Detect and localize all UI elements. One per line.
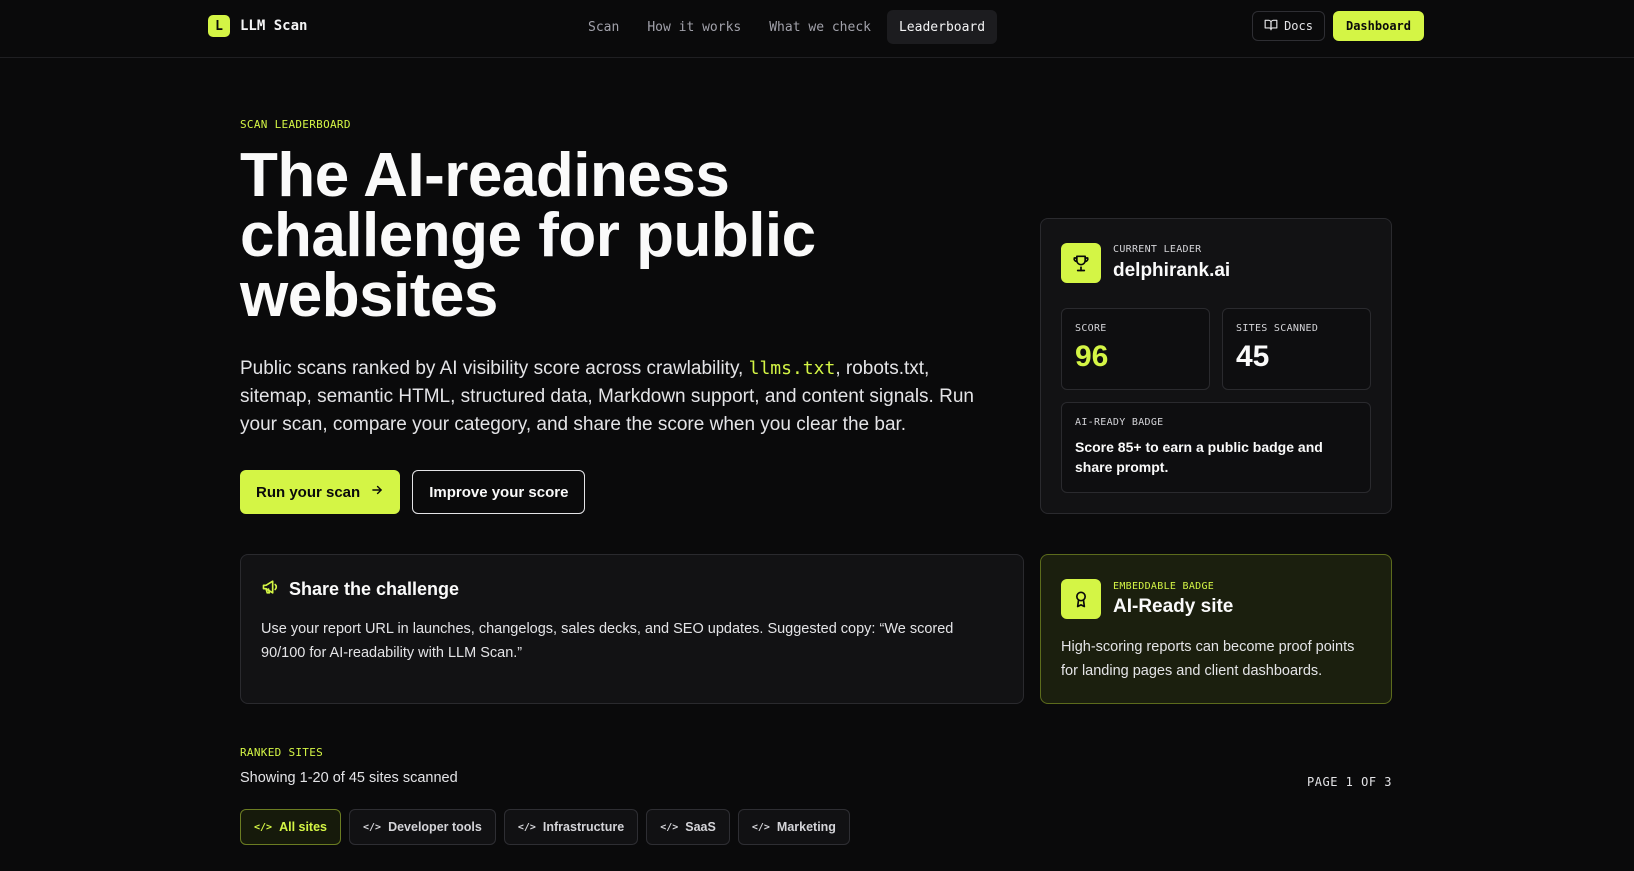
badge-label: AI-READY BADGE bbox=[1075, 417, 1164, 428]
filter-infrastructure[interactable]: </> Infrastructure bbox=[503, 809, 639, 845]
ranked-sites-eyebrow: RANKED SITES bbox=[240, 746, 324, 759]
showing-count: Showing 1-20 of 45 sites scanned bbox=[240, 770, 458, 786]
nav-link-how-it-works[interactable]: How it works bbox=[635, 10, 753, 44]
share-title: Share the challenge bbox=[289, 579, 460, 599]
trophy-icon bbox=[1061, 243, 1101, 283]
filter-developer-tools[interactable]: </> Developer tools bbox=[349, 809, 496, 845]
top-nav: L LLM Scan Scan How it works What we che… bbox=[0, 0, 1634, 58]
arrow-right-icon bbox=[370, 483, 384, 501]
nav-link-scan[interactable]: Scan bbox=[576, 10, 631, 44]
filter-saas[interactable]: </> SaaS bbox=[646, 809, 730, 845]
hero-desc-part1: Public scans ranked by AI visibility sco… bbox=[240, 358, 749, 379]
nav-link-leaderboard[interactable]: Leaderboard bbox=[886, 10, 998, 44]
code-icon: </> bbox=[254, 821, 273, 833]
ai-ready-badge-box: AI-READY BADGE Score 85+ to earn a publi… bbox=[1061, 402, 1371, 493]
code-icon: </> bbox=[751, 821, 770, 833]
run-scan-button[interactable]: Run your scan bbox=[240, 470, 401, 514]
nav-links: Scan How it works What we check Leaderbo… bbox=[576, 10, 998, 44]
logo[interactable]: L LLM Scan bbox=[208, 15, 307, 37]
award-icon bbox=[1061, 579, 1101, 619]
nav-actions: Docs Dashboard bbox=[1252, 11, 1424, 41]
category-filters: </> All sites </> Developer tools </> In… bbox=[240, 809, 850, 845]
embed-eyebrow: EMBEDDABLE BADGE bbox=[1113, 580, 1215, 592]
logo-text: LLM Scan bbox=[240, 18, 308, 34]
docs-button[interactable]: Docs bbox=[1252, 11, 1325, 41]
filter-label: Infrastructure bbox=[542, 820, 625, 834]
nav-link-what-we-check[interactable]: What we check bbox=[757, 10, 883, 44]
current-leader-card: CURRENT LEADER delphirank.ai SCORE 96 SI… bbox=[1040, 218, 1392, 514]
embed-header: EMBEDDABLE BADGE AI-Ready site bbox=[1061, 579, 1371, 619]
embed-title: AI-Ready site bbox=[1113, 595, 1234, 617]
filter-label: SaaS bbox=[685, 820, 716, 834]
embed-text: High-scoring reports can become proof po… bbox=[1061, 639, 1355, 679]
page-title: The AI-readiness challenge for public we… bbox=[240, 141, 816, 330]
share-challenge-card: Share the challenge Use your report URL … bbox=[240, 554, 1024, 704]
sites-scanned-label: SITES SCANNED bbox=[1236, 323, 1319, 334]
score-value: 96 bbox=[1075, 340, 1109, 373]
filter-label: All sites bbox=[279, 820, 327, 834]
hero-desc-code: llms.txt bbox=[748, 358, 836, 379]
hero-actions: Run your scan Improve your score bbox=[240, 470, 586, 514]
hero-eyebrow: SCAN LEADERBOARD bbox=[240, 118, 351, 131]
sites-scanned-stat: SITES SCANNED 45 bbox=[1222, 308, 1371, 390]
score-stat: SCORE 96 bbox=[1061, 308, 1210, 390]
leader-header: CURRENT LEADER delphirank.ai bbox=[1061, 243, 1230, 283]
filter-marketing[interactable]: </> Marketing bbox=[737, 809, 850, 845]
logo-mark: L bbox=[208, 15, 230, 37]
share-header: Share the challenge bbox=[261, 577, 1003, 602]
score-label: SCORE bbox=[1075, 323, 1107, 334]
badge-text: Score 85+ to earn a public badge and sha… bbox=[1075, 439, 1323, 475]
filter-label: Developer tools bbox=[388, 820, 482, 834]
improve-score-button[interactable]: Improve your score bbox=[412, 470, 586, 514]
page-indicator: PAGE 1 OF 3 bbox=[1307, 775, 1392, 789]
megaphone-icon bbox=[261, 577, 281, 602]
leader-name[interactable]: delphirank.ai bbox=[1113, 260, 1230, 282]
code-icon: </> bbox=[660, 821, 679, 833]
sites-scanned-value: 45 bbox=[1236, 340, 1270, 373]
share-text: Use your report URL in launches, changel… bbox=[261, 621, 954, 661]
filter-label: Marketing bbox=[776, 820, 836, 834]
leader-label: CURRENT LEADER bbox=[1113, 244, 1202, 255]
hero-description: Public scans ranked by AI visibility sco… bbox=[240, 355, 990, 439]
run-scan-label: Run your scan bbox=[256, 483, 361, 501]
filter-all-sites[interactable]: </> All sites bbox=[240, 809, 341, 845]
book-icon bbox=[1264, 18, 1278, 35]
dashboard-button[interactable]: Dashboard bbox=[1332, 11, 1424, 41]
embeddable-badge-card: EMBEDDABLE BADGE AI-Ready site High-scor… bbox=[1040, 554, 1392, 704]
code-icon: </> bbox=[517, 821, 536, 833]
code-icon: </> bbox=[363, 821, 382, 833]
docs-label: Docs bbox=[1284, 19, 1313, 33]
